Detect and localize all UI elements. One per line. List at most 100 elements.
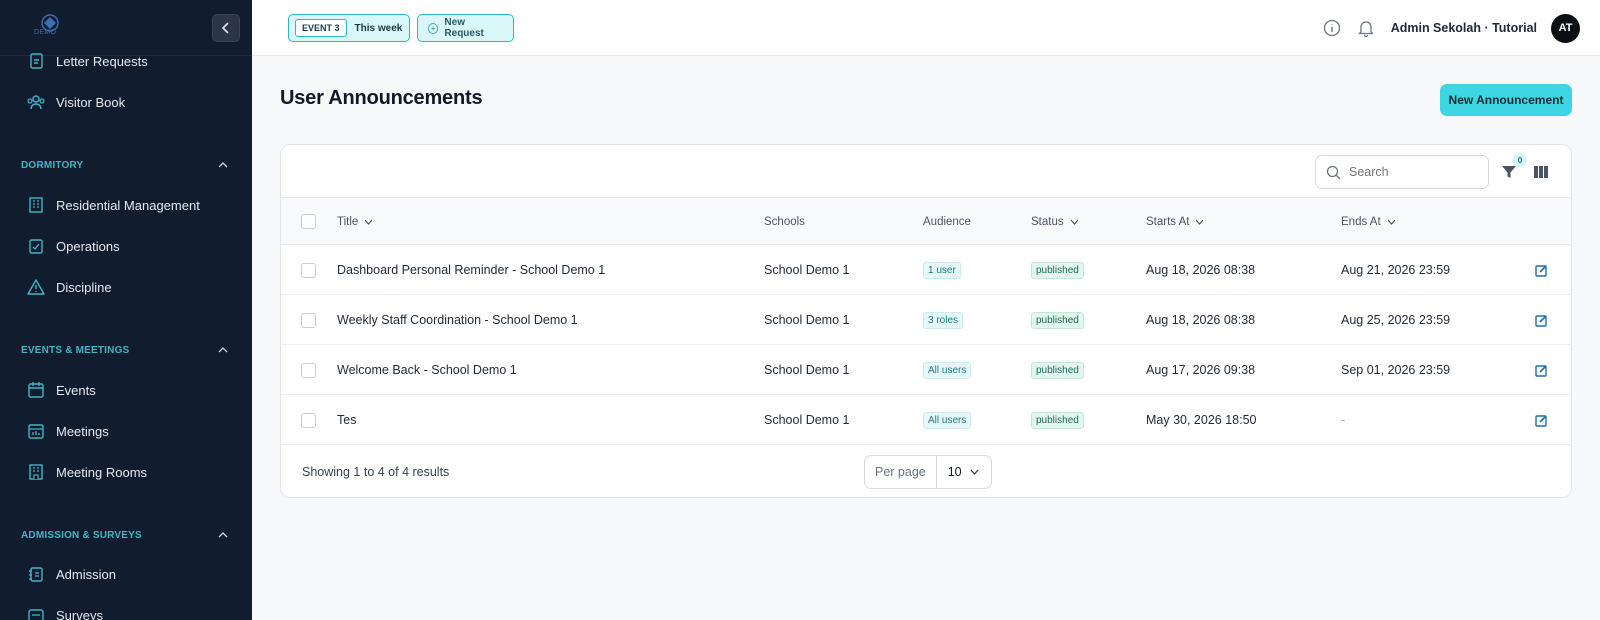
sidebar-item-operations[interactable]: Operations — [0, 228, 252, 264]
bell-icon[interactable] — [1357, 19, 1375, 37]
edit-icon[interactable] — [1534, 263, 1548, 277]
chevron-up-icon — [218, 532, 228, 538]
column-header-title[interactable]: Title — [337, 198, 373, 245]
column-header-starts-at[interactable]: Starts At — [1146, 198, 1204, 245]
table-row[interactable]: Tes School Demo 1 All users published Ma… — [281, 395, 1571, 445]
edit-icon[interactable] — [1534, 313, 1548, 327]
sidebar-item-letter-requests[interactable]: Letter Requests — [0, 43, 252, 79]
status-badge: published — [1031, 361, 1084, 379]
per-page-number: 10 — [947, 465, 962, 479]
new-request-button[interactable]: + New Request — [417, 14, 514, 42]
filter-count-badge: 0 — [1513, 153, 1527, 167]
cell-ends-at: Aug 25, 2026 23:59 — [1341, 313, 1451, 327]
cell-title: Tes — [337, 413, 357, 427]
sidebar-group-title: EVENTS & MEETINGS — [21, 344, 130, 356]
search-box[interactable] — [1315, 155, 1489, 189]
topbar: EVENT 3 This week + New Request Admin Se… — [252, 0, 1600, 56]
select-all-cell — [301, 198, 316, 245]
logo-text: DEMO — [34, 29, 57, 36]
sidebar-item-label: Operations — [56, 238, 120, 254]
event-label: This week — [354, 22, 403, 34]
column-header-audience: Audience — [923, 198, 971, 245]
cell-title: Weekly Staff Coordination - School Demo … — [337, 313, 578, 327]
clipboard-check-icon — [26, 236, 46, 256]
column-label: Ends At — [1341, 215, 1381, 228]
sidebar-item-events[interactable]: Events — [0, 372, 252, 408]
edit-icon[interactable] — [1534, 413, 1548, 427]
new-request-label: New Request — [444, 17, 484, 39]
row-checkbox[interactable] — [301, 362, 316, 378]
column-header-schools: Schools — [764, 198, 805, 245]
sidebar-item-label: Surveys — [56, 607, 103, 620]
sidebar-group-dormitory[interactable]: DORMITORY — [0, 153, 252, 177]
sidebar-group-title: ADMISSION & SURVEYS — [21, 529, 142, 541]
column-label: Status — [1031, 215, 1064, 228]
sidebar-item-admission[interactable]: Admission — [0, 556, 252, 592]
edit-icon[interactable] — [1534, 363, 1548, 377]
filter-icon — [1502, 166, 1516, 178]
sidebar-item-label: Meeting Rooms — [56, 464, 148, 480]
table-row[interactable]: Welcome Back - School Demo 1 School Demo… — [281, 345, 1571, 395]
sidebar-group-title: DORMITORY — [21, 159, 84, 171]
sidebar-group-admission-surveys[interactable]: ADMISSION & SURVEYS — [0, 523, 252, 547]
cell-starts-at: May 30, 2026 18:50 — [1146, 413, 1257, 427]
sidebar-item-label: Discipline — [56, 279, 112, 295]
per-page-select[interactable]: Per page 10 — [864, 455, 992, 489]
audience-badge: 1 user — [923, 261, 961, 279]
pagination-summary: Showing 1 to 4 of 4 results — [302, 464, 450, 479]
collapse-sidebar-button[interactable] — [212, 14, 240, 42]
event-week-pill[interactable]: EVENT 3 This week — [288, 14, 410, 42]
column-label: Starts At — [1146, 215, 1190, 228]
info-icon[interactable] — [1323, 19, 1341, 37]
cell-ends-at: Sep 01, 2026 23:59 — [1341, 363, 1451, 377]
select-all-checkbox[interactable] — [301, 214, 316, 229]
status-badge: published — [1031, 311, 1084, 329]
sidebar-item-meeting-rooms[interactable]: Meeting Rooms — [0, 454, 252, 490]
sidebar-item-discipline[interactable]: Discipline — [0, 269, 252, 305]
plus-circle-icon: + — [428, 22, 439, 34]
user-name[interactable]: Admin Sekolah · Tutorial — [1391, 21, 1537, 35]
cell-title: Welcome Back - School Demo 1 — [337, 363, 517, 377]
column-label: Schools — [764, 215, 805, 228]
column-header-status[interactable]: Status — [1031, 198, 1079, 245]
admission-icon — [26, 564, 46, 584]
sidebar-item-meetings[interactable]: Meetings — [0, 413, 252, 449]
column-header-ends-at[interactable]: Ends At — [1341, 198, 1396, 245]
row-checkbox[interactable] — [301, 412, 316, 428]
sidebar-item-label: Visitor Book — [56, 94, 126, 110]
cell-school: School Demo 1 — [764, 363, 850, 377]
sidebar-item-label: Events — [56, 382, 96, 398]
chevron-up-icon — [218, 347, 228, 353]
sidebar-item-label: Meetings — [56, 423, 109, 439]
cell-starts-at: Aug 18, 2026 08:38 — [1146, 263, 1256, 277]
table-header: Title Schools Audience Status Starts At … — [281, 198, 1571, 245]
audience-badge: 3 roles — [923, 311, 964, 329]
cell-ends-at: - — [1341, 413, 1346, 427]
table-row[interactable]: Weekly Staff Coordination - School Demo … — [281, 295, 1571, 345]
per-page-value[interactable]: 10 — [937, 456, 991, 488]
chevron-down-icon — [1387, 219, 1396, 225]
search-input[interactable] — [1349, 165, 1479, 179]
cell-ends-at: Aug 21, 2026 23:59 — [1341, 263, 1451, 277]
columns-toggle-button[interactable] — [1531, 162, 1551, 182]
chevron-down-icon — [1195, 219, 1204, 225]
sidebar-group-events-meetings[interactable]: EVENTS & MEETINGS — [0, 338, 252, 362]
letter-icon — [26, 51, 46, 71]
column-label: Audience — [923, 215, 971, 228]
table-row[interactable]: Dashboard Personal Reminder - School Dem… — [281, 245, 1571, 295]
new-announcement-button[interactable]: New Announcement — [1440, 84, 1572, 116]
sidebar-item-label: Admission — [56, 566, 116, 582]
cell-school: School Demo 1 — [764, 263, 850, 277]
status-badge: published — [1031, 411, 1084, 429]
chevron-down-icon — [364, 219, 373, 225]
avatar[interactable]: AT — [1551, 13, 1580, 43]
calendar-chart-icon — [26, 421, 46, 441]
row-checkbox[interactable] — [301, 262, 316, 278]
sidebar-item-residential-management[interactable]: Residential Management — [0, 187, 252, 223]
table-footer: Showing 1 to 4 of 4 results Per page 10 — [281, 445, 1571, 497]
sidebar-item-visitor-book[interactable]: Visitor Book — [0, 84, 252, 120]
column-label: Title — [337, 215, 359, 228]
search-icon — [1326, 165, 1341, 179]
sidebar-item-surveys[interactable]: Surveys — [0, 597, 252, 620]
row-checkbox[interactable] — [301, 312, 316, 328]
